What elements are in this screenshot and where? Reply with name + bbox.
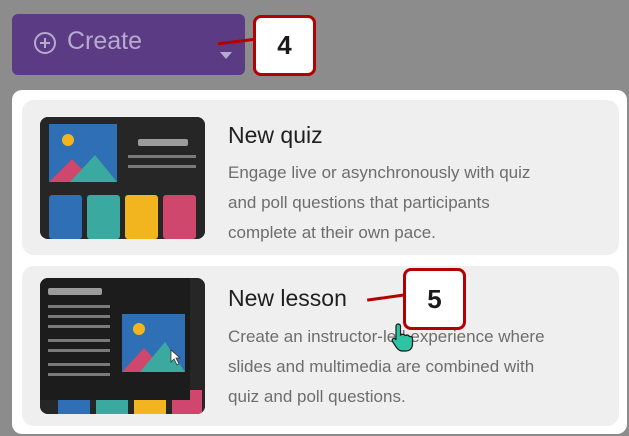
new-quiz-desc-line: Engage live or asynchronously with quiz bbox=[228, 163, 531, 182]
quiz-thumbnail bbox=[40, 117, 205, 239]
menu-item-new-lesson[interactable]: New lesson Create an instructor-led expe… bbox=[22, 266, 619, 426]
create-button-label: Create bbox=[67, 27, 143, 55]
plus-circle-icon bbox=[34, 32, 56, 54]
new-quiz-title: New quiz bbox=[228, 122, 323, 148]
create-dropdown-menu: New quiz Engage live or asynchronously w… bbox=[12, 90, 627, 434]
quiz-illustration-icon bbox=[40, 117, 205, 239]
new-lesson-description: Create an instructor-led experience wher… bbox=[228, 322, 608, 412]
menu-item-new-quiz[interactable]: New quiz Engage live or asynchronously w… bbox=[22, 100, 619, 255]
new-quiz-desc-line: complete at their own pace. bbox=[228, 223, 436, 242]
callout-step-4: 4 bbox=[253, 15, 316, 76]
create-button[interactable]: Create bbox=[12, 14, 245, 75]
callout-step-5: 5 bbox=[403, 268, 466, 330]
lesson-thumbnail bbox=[40, 278, 205, 414]
new-quiz-description: Engage live or asynchronously with quiz … bbox=[228, 158, 608, 248]
new-quiz-desc-line: and poll questions that participants bbox=[228, 193, 490, 212]
lesson-illustration-icon bbox=[40, 278, 205, 414]
hand-cursor-icon bbox=[391, 323, 414, 352]
chevron-down-icon[interactable] bbox=[220, 52, 232, 59]
new-lesson-desc-line: slides and multimedia are combined with bbox=[228, 357, 535, 376]
new-lesson-title: New lesson bbox=[228, 285, 347, 311]
new-lesson-desc-line: quiz and poll questions. bbox=[228, 387, 406, 406]
